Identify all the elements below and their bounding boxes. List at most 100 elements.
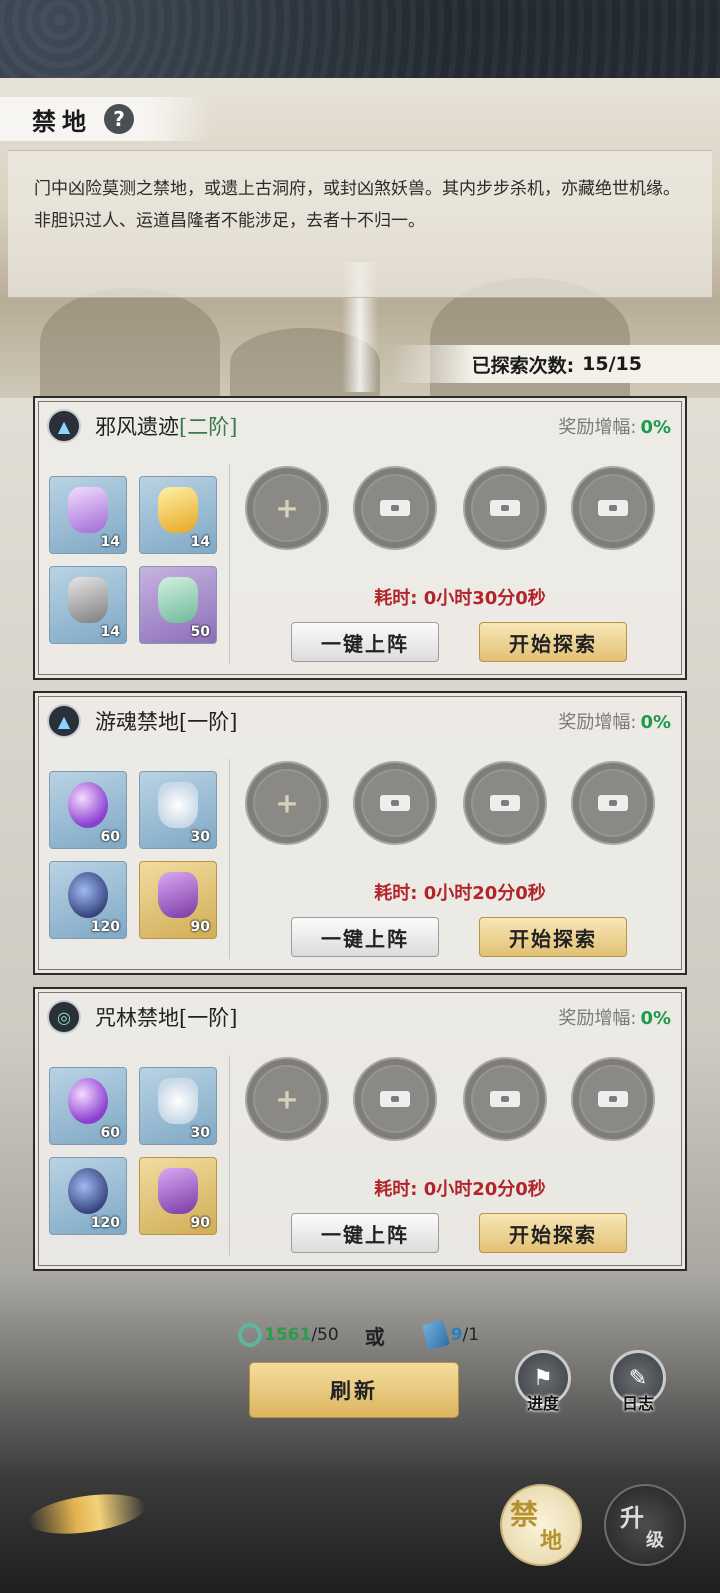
- time-label: 耗时:: [374, 1179, 418, 1200]
- party-slot-locked[interactable]: [571, 466, 655, 550]
- log-button-label[interactable]: 日志: [603, 1390, 673, 1414]
- party-slot-locked[interactable]: [571, 761, 655, 845]
- forbidden-tab-char1: 禁: [509, 1498, 538, 1531]
- reward-item[interactable]: 30: [139, 771, 217, 849]
- purple-sand-icon: [158, 872, 198, 918]
- lock-icon: [380, 500, 410, 516]
- divider: [229, 464, 230, 664]
- lock-icon: [490, 1091, 520, 1107]
- zone-tier: [二阶]: [179, 415, 238, 439]
- zone-name: 游魂禁地: [95, 710, 179, 734]
- reward-item[interactable]: 30: [139, 1067, 217, 1145]
- help-icon[interactable]: ?: [104, 104, 134, 134]
- explore-time: 耗时: 0小时30分0秒: [235, 584, 685, 610]
- zone-header: ▲ 邪风遗迹 [二阶] 奖励增幅: 0%: [47, 408, 671, 444]
- time-value: 0小时20分0秒: [423, 1179, 546, 1200]
- reward-item[interactable]: 50: [139, 566, 217, 644]
- item-count: 50: [190, 624, 210, 640]
- item-count: 14: [100, 624, 120, 640]
- scroll-need: /1: [462, 1325, 480, 1345]
- zone-name: 邪风遗迹: [95, 415, 179, 439]
- zone-panel: ▲ 游魂禁地 [一阶] 奖励增幅: 0% 60 30 120 90 + 耗时: 0小时…: [33, 691, 687, 975]
- grey-ore-icon: [68, 577, 108, 623]
- flame-gold-crystal-icon: [158, 487, 198, 533]
- party-slot-open[interactable]: +: [245, 761, 329, 845]
- potion-gourd-icon: [158, 577, 198, 623]
- berry-herb-icon: [68, 1168, 108, 1214]
- upgrade-tab-button[interactable]: 升 级: [604, 1484, 686, 1566]
- start-explore-button[interactable]: 开始探索: [479, 622, 627, 662]
- party-slot-locked[interactable]: [353, 466, 437, 550]
- scroll-have: 9: [450, 1325, 463, 1345]
- start-explore-button[interactable]: 开始探索: [479, 1213, 627, 1253]
- zone-header: ◎ 咒林禁地 [一阶] 奖励增幅: 0%: [47, 999, 671, 1035]
- time-label: 耗时:: [374, 883, 418, 904]
- zone-panel: ▲ 邪风遗迹 [二阶] 奖励增幅: 0% 14 14 14 50 + 耗时: 0小时3…: [33, 396, 687, 680]
- purple-crystal-icon: [68, 487, 108, 533]
- reward-bonus-value: 0%: [640, 417, 671, 438]
- party-slot-locked[interactable]: [353, 761, 437, 845]
- reward-item[interactable]: 60: [49, 771, 127, 849]
- zone-description: 门中凶险莫测之禁地，或遗上古洞府，或封凶煞妖兽。其内步步杀机，亦藏绝世机缘。非胆…: [8, 150, 712, 298]
- item-count: 14: [100, 534, 120, 550]
- lock-icon: [598, 1091, 628, 1107]
- refresh-button[interactable]: 刷新: [249, 1362, 459, 1418]
- party-slot-locked[interactable]: [353, 1057, 437, 1141]
- reward-bonus-label: 奖励增幅:: [558, 712, 637, 733]
- party-slot-locked[interactable]: [463, 761, 547, 845]
- party-slot-open[interactable]: +: [245, 466, 329, 550]
- lock-icon: [380, 795, 410, 811]
- reward-item[interactable]: 90: [139, 861, 217, 939]
- reward-item[interactable]: 14: [49, 566, 127, 644]
- auto-deploy-button[interactable]: 一键上阵: [291, 917, 439, 957]
- reward-item[interactable]: 90: [139, 1157, 217, 1235]
- party-slot-locked[interactable]: [463, 466, 547, 550]
- item-count: 60: [100, 1125, 120, 1141]
- reward-bonus-value: 0%: [640, 712, 671, 733]
- reward-item[interactable]: 14: [49, 476, 127, 554]
- forbidden-tab-char2: 地: [540, 1528, 563, 1554]
- auto-deploy-button[interactable]: 一键上阵: [291, 1213, 439, 1253]
- reward-bonus: 奖励增幅: 0%: [558, 1004, 671, 1030]
- item-count: 30: [190, 1125, 210, 1141]
- jade-currency-icon: [238, 1323, 262, 1347]
- party-slot-open[interactable]: +: [245, 1057, 329, 1141]
- party-slot-locked[interactable]: [571, 1057, 655, 1141]
- plus-icon: +: [275, 491, 299, 525]
- reward-item[interactable]: 120: [49, 861, 127, 939]
- or-label: 或: [364, 1324, 385, 1349]
- lock-icon: [598, 795, 628, 811]
- zone-tier: [一阶]: [179, 710, 238, 734]
- party-slot-locked[interactable]: [463, 1057, 547, 1141]
- gold-brush-decor: [26, 1487, 148, 1541]
- forbidden-tab-button[interactable]: 禁 地: [500, 1484, 582, 1566]
- plus-icon: +: [275, 1082, 299, 1116]
- white-flower-icon: [158, 782, 198, 828]
- divider: [229, 1055, 230, 1255]
- title-tag: 禁地 ?: [0, 97, 212, 141]
- reward-bonus-value: 0%: [640, 1008, 671, 1029]
- reward-bonus-label: 奖励增幅:: [558, 417, 637, 438]
- explore-count-value: 15/15: [582, 353, 642, 375]
- item-count: 30: [190, 829, 210, 845]
- auto-deploy-button[interactable]: 一键上阵: [291, 622, 439, 662]
- upgrade-tab-char2: 级: [646, 1530, 664, 1551]
- purple-sand-icon: [158, 1168, 198, 1214]
- start-explore-button[interactable]: 开始探索: [479, 917, 627, 957]
- wind-rune-icon: ▲: [47, 409, 81, 443]
- reward-item[interactable]: 120: [49, 1157, 127, 1235]
- zone-header: ▲ 游魂禁地 [一阶] 奖励增幅: 0%: [47, 703, 671, 739]
- lock-icon: [490, 795, 520, 811]
- progress-button-label[interactable]: 进度: [508, 1390, 578, 1414]
- plus-icon: +: [275, 786, 299, 820]
- upgrade-tab-char1: 升: [620, 1502, 644, 1532]
- explore-count-label: 已探索次数:: [471, 354, 575, 377]
- reward-item[interactable]: 14: [139, 476, 217, 554]
- berry-herb-icon: [68, 872, 108, 918]
- reward-bonus-label: 奖励增幅:: [558, 1008, 637, 1029]
- spirit-orb-icon: [68, 782, 108, 828]
- refresh-cost: 1561 /50 或 9 /1: [238, 1319, 480, 1351]
- reward-item[interactable]: 60: [49, 1067, 127, 1145]
- explore-time: 耗时: 0小时20分0秒: [235, 1175, 685, 1201]
- item-count: 90: [190, 1215, 210, 1231]
